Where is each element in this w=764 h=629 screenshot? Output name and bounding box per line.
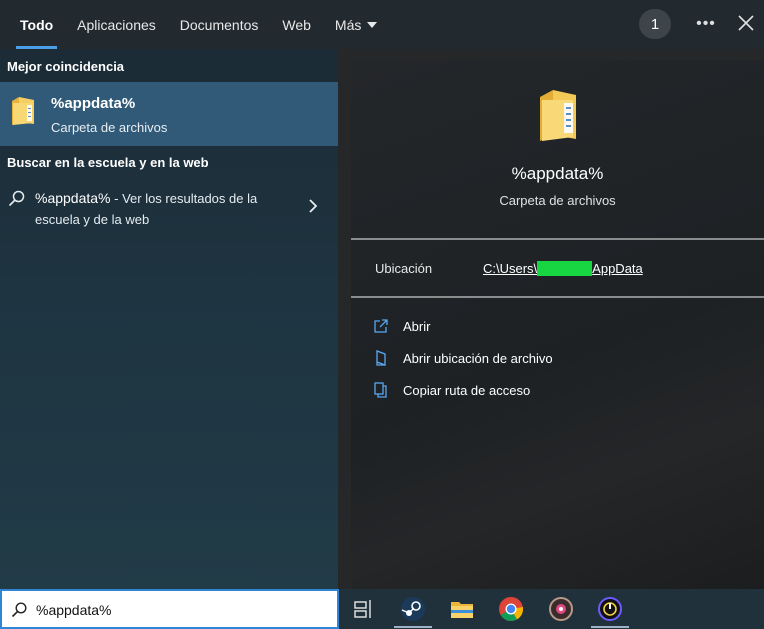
location-label: Ubicación	[375, 261, 433, 276]
task-view-icon[interactable]	[351, 596, 377, 622]
open-file-location-action[interactable]: Abrir ubicación de archivo	[373, 347, 553, 369]
location-suffix: AppData	[592, 261, 643, 276]
open-action[interactable]: Abrir	[373, 315, 430, 337]
web-search-result[interactable]: %appdata% - Ver los resultados de la esc…	[0, 185, 338, 233]
action-label: Abrir	[403, 318, 431, 334]
web-search-heading: Buscar en la escuela y en la web	[7, 155, 209, 170]
file-explorer-icon[interactable]	[449, 596, 475, 622]
web-search-query: %appdata%	[35, 190, 111, 206]
results-pane: Mejor coincidencia %appdata% Carpeta de …	[0, 49, 338, 589]
badge-count: 1	[650, 15, 660, 33]
best-match-type: Carpeta de archivos	[51, 120, 168, 135]
tab-label: Documentos	[179, 16, 259, 33]
best-match-result[interactable]: %appdata% Carpeta de archivos	[0, 82, 338, 146]
action-label: Abrir ubicación de archivo	[403, 350, 553, 366]
best-match-heading: Mejor coincidencia	[7, 59, 125, 74]
tab-todo[interactable]: Todo	[8, 0, 65, 49]
copy-path-action[interactable]: Copiar ruta de acceso	[373, 379, 530, 401]
tab-label: Todo	[20, 16, 54, 33]
location-path-link[interactable]: C:\Users\ AppData	[483, 261, 643, 276]
preview-subtitle: Carpeta de archivos	[499, 193, 616, 208]
chrome-icon[interactable]	[498, 596, 524, 622]
taskbar-search-box[interactable]	[0, 589, 339, 629]
tab-web[interactable]: Web	[270, 0, 323, 49]
steam-icon[interactable]	[400, 596, 426, 622]
action-label: Copiar ruta de acceso	[403, 382, 531, 398]
more-options-icon[interactable]: •••	[694, 12, 718, 36]
search-input[interactable]	[36, 599, 326, 621]
best-match-name: %appdata%	[51, 95, 136, 112]
divider	[351, 238, 764, 240]
open-icon	[374, 319, 388, 333]
active-app-indicator	[591, 626, 629, 628]
tab-mas-dropdown[interactable]: Más	[323, 0, 389, 49]
active-app-indicator	[394, 626, 432, 628]
chevron-right-icon[interactable]	[307, 198, 319, 214]
folder-icon	[540, 90, 576, 141]
search-icon	[11, 602, 27, 618]
location-prefix: C:\Users\	[483, 261, 538, 276]
tab-label: Aplicaciones	[77, 16, 156, 33]
tab-aplicaciones[interactable]: Aplicaciones	[65, 0, 168, 49]
web-search-text: %appdata% - Ver los resultados de la esc…	[35, 188, 275, 230]
tab-documentos[interactable]: Documentos	[168, 0, 271, 49]
file-location-icon	[376, 350, 386, 366]
copy-path-icon	[374, 382, 387, 398]
redacted-username	[537, 261, 593, 276]
taskbar	[0, 589, 764, 629]
chevron-down-icon	[367, 21, 378, 28]
preview-pane: %appdata% Carpeta de archivos Ubicación …	[351, 60, 764, 589]
osu-icon[interactable]	[548, 596, 574, 622]
close-icon[interactable]	[737, 14, 755, 32]
divider	[351, 296, 764, 298]
tab-label: Más	[334, 16, 362, 33]
tab-label: Web	[282, 16, 311, 33]
search-icon	[8, 190, 25, 207]
rewards-badge[interactable]: 1	[639, 9, 671, 39]
app-icon[interactable]	[597, 596, 623, 622]
preview-title: %appdata%	[511, 164, 604, 183]
folder-icon	[12, 97, 34, 125]
